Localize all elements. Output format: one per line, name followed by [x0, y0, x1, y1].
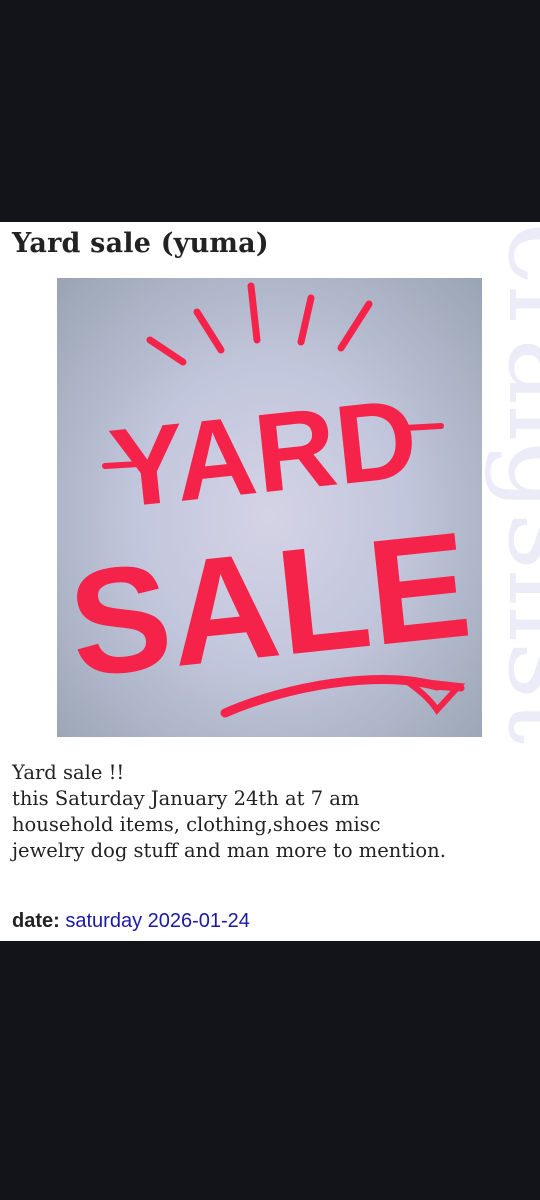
ray-3 — [247, 282, 261, 344]
bottom-black-bar — [0, 941, 540, 1200]
top-black-bar — [0, 0, 540, 222]
post-body: Yard sale !! this Saturday January 24th … — [12, 760, 532, 864]
body-line: household items, clothing,shoes misc — [12, 813, 381, 836]
body-line: Yard sale !! — [12, 761, 125, 784]
body-line: this Saturday January 24th at 7 am — [12, 787, 360, 810]
post-title: Yard sale (yuma) — [12, 228, 269, 259]
post-image[interactable]: YARD SALE — [57, 278, 482, 737]
body-line: jewelry dog stuff and man more to mentio… — [12, 839, 446, 862]
ray-1 — [146, 336, 187, 366]
date-label: date: — [12, 910, 60, 932]
date-value-link[interactable]: saturday 2026-01-24 — [65, 910, 250, 932]
ray-2 — [193, 308, 225, 354]
date-attribute: date: saturday 2026-01-24 — [12, 908, 250, 934]
ray-4 — [297, 294, 315, 346]
ray-5 — [337, 300, 373, 352]
